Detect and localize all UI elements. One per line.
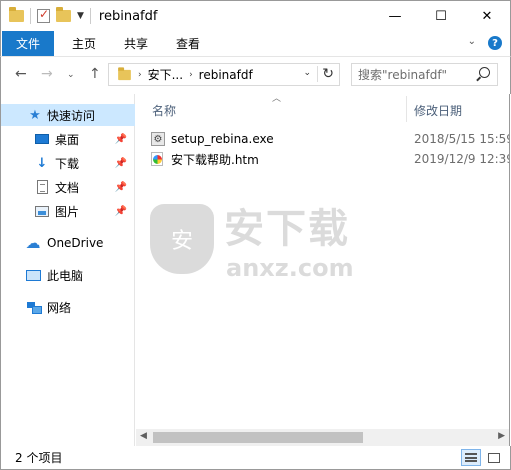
sidebar-item-this-pc[interactable]: 此电脑	[1, 264, 135, 286]
shield-logo-icon: 安	[150, 204, 214, 274]
properties-icon[interactable]	[37, 7, 50, 23]
tab-file[interactable]: 文件	[2, 31, 54, 56]
folder-icon	[118, 66, 131, 80]
sidebar-item-label: 桌面	[55, 132, 80, 147]
column-header-date[interactable]: 修改日期	[414, 102, 462, 119]
column-divider[interactable]	[406, 96, 407, 122]
address-bar[interactable]: › 安下... › rebinafdf ⌄ ↻	[108, 63, 340, 86]
recent-locations-icon[interactable]: ⌄	[67, 70, 75, 80]
sidebar-item-label: 快速访问	[47, 108, 96, 123]
navigation-bar: ← → ⌄ ↑ › 安下... › rebinafdf ⌄ ↻	[0, 57, 511, 94]
search-input[interactable]	[358, 64, 478, 85]
up-arrow-icon[interactable]: ↑	[89, 66, 101, 82]
window-title: rebinafdf	[98, 8, 158, 24]
large-icons-view-button[interactable]	[484, 449, 504, 466]
large-icons-view-icon	[488, 452, 500, 463]
watermark-domain: anxz.com	[226, 254, 354, 282]
details-view-icon	[465, 453, 477, 462]
item-count: 2 个项目	[15, 451, 63, 465]
sort-arrow-icon: ︿	[272, 94, 282, 104]
ribbon-tabs: 文件 主页 共享 查看 ⌄ ?	[0, 31, 511, 57]
download-icon: ↓	[36, 155, 48, 171]
sidebar-item-pictures[interactable]: 图片 📌	[1, 200, 135, 222]
sidebar-item-onedrive[interactable]: ☁ OneDrive	[1, 232, 135, 254]
scrollbar-thumb[interactable]	[153, 432, 363, 443]
sidebar-item-label: 文档	[55, 180, 80, 195]
tab-share[interactable]: 共享	[113, 31, 159, 56]
new-folder-icon[interactable]	[56, 7, 71, 22]
sidebar-item-label: 网络	[47, 300, 72, 315]
breadcrumb-item[interactable]: rebinafdf	[199, 68, 253, 82]
file-date: 2018/5/15 15:59	[414, 132, 510, 146]
watermark-text: 安下载	[224, 206, 350, 252]
file-name: setup_rebina.exe	[171, 132, 274, 146]
cloud-icon: ☁	[25, 234, 41, 252]
breadcrumb-separator-icon[interactable]: ›	[138, 70, 142, 80]
status-bar: 2 个项目	[0, 446, 511, 470]
title-bar: ▼ rebinafdf — ☐ ✕	[0, 0, 511, 31]
tab-view[interactable]: 查看	[165, 31, 211, 56]
horizontal-scrollbar[interactable]: ◀ ▶	[136, 429, 509, 446]
file-row[interactable]: ⚙ setup_rebina.exe 2018/5/15 15:59	[151, 128, 510, 150]
breadcrumb-separator-icon[interactable]: ›	[189, 70, 193, 80]
document-icon	[34, 180, 50, 194]
sidebar-item-label: 图片	[55, 204, 80, 219]
sidebar-item-label: 下载	[55, 156, 80, 171]
address-dropdown-icon[interactable]: ⌄	[303, 68, 311, 78]
folder-icon	[9, 7, 24, 22]
file-date: 2019/12/9 12:39	[414, 152, 510, 166]
maximize-button[interactable]: ☐	[418, 1, 464, 32]
sidebar-item-label: 此电脑	[47, 268, 84, 283]
sidebar-item-quick-access[interactable]: ★ 快速访问	[1, 104, 135, 126]
help-icon[interactable]: ?	[488, 36, 502, 50]
tab-home[interactable]: 主页	[61, 31, 107, 56]
pin-icon[interactable]: 📌	[115, 206, 127, 217]
computer-icon	[25, 268, 41, 282]
star-icon: ★	[29, 107, 41, 123]
search-icon[interactable]	[479, 67, 490, 78]
details-view-button[interactable]	[461, 449, 481, 466]
file-row[interactable]: 安下载帮助.htm 2019/12/9 12:39	[151, 148, 510, 170]
pin-icon[interactable]: 📌	[115, 134, 127, 145]
desktop-icon	[34, 132, 50, 146]
navigation-pane: ★ 快速访问 桌面 📌 ↓ 下载 📌 文档 📌 图片 📌 ☁ OneDrive …	[0, 94, 135, 446]
sidebar-item-documents[interactable]: 文档 📌	[1, 176, 135, 198]
network-icon	[25, 300, 42, 314]
exe-icon: ⚙	[151, 132, 165, 146]
forward-arrow-icon[interactable]: →	[41, 66, 53, 82]
pictures-icon	[34, 204, 50, 218]
file-list: ︿ 名称 修改日期 ⚙ setup_rebina.exe 2018/5/15 1…	[136, 94, 510, 446]
minimize-button[interactable]: —	[372, 1, 418, 32]
refresh-icon[interactable]: ↻	[317, 66, 334, 82]
divider	[30, 8, 31, 24]
sidebar-item-label: OneDrive	[47, 236, 104, 250]
scroll-left-icon[interactable]: ◀	[140, 431, 147, 441]
scroll-right-icon[interactable]: ▶	[498, 431, 505, 441]
back-arrow-icon[interactable]: ←	[15, 66, 27, 82]
sidebar-item-downloads[interactable]: ↓ 下载 📌	[1, 152, 135, 174]
divider	[89, 8, 91, 24]
search-box[interactable]	[351, 63, 498, 86]
quick-access-toolbar: ▼	[1, 1, 91, 31]
breadcrumb-item[interactable]: 安下...	[148, 66, 183, 83]
chevron-down-icon[interactable]: ⌄	[468, 36, 476, 50]
pin-icon[interactable]: 📌	[115, 158, 127, 169]
customize-toolbar-arrow-icon[interactable]: ▼	[77, 11, 84, 21]
file-name: 安下载帮助.htm	[171, 152, 259, 167]
sidebar-item-network[interactable]: 网络	[1, 296, 135, 318]
htm-icon	[151, 152, 163, 166]
sidebar-item-desktop[interactable]: 桌面 📌	[1, 128, 135, 150]
watermark: 安 安下载 anxz.com	[150, 196, 354, 282]
pin-icon[interactable]: 📌	[115, 182, 127, 193]
close-button[interactable]: ✕	[464, 1, 510, 32]
column-header-name[interactable]: 名称	[152, 102, 176, 119]
